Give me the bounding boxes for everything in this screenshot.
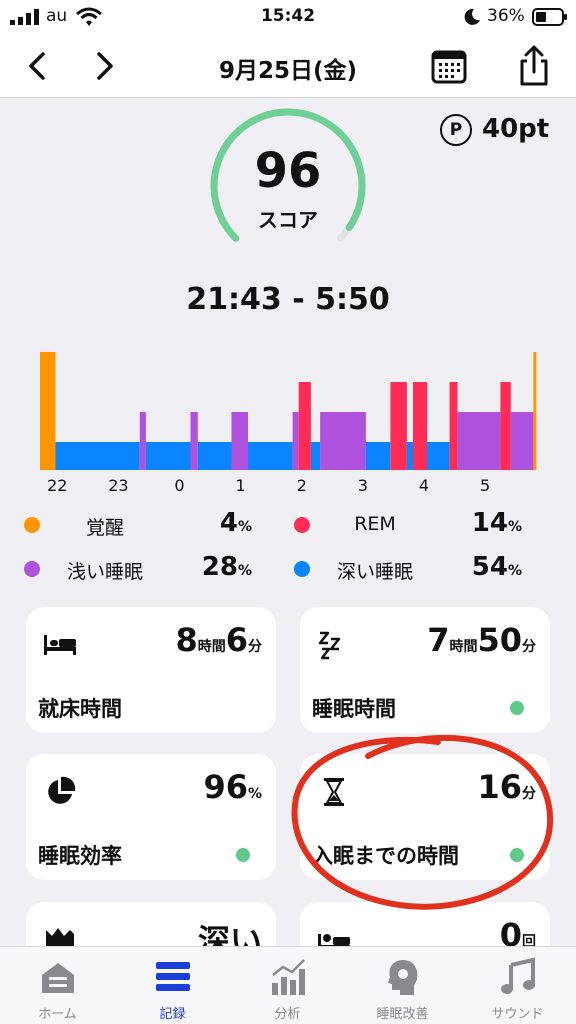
share-icon: [520, 45, 548, 86]
chart-bar: [390, 382, 407, 470]
tab-home[interactable]: ホーム: [0, 947, 115, 1024]
status-dot: [236, 848, 250, 862]
tab-sound[interactable]: サウンド: [460, 947, 575, 1024]
bed-icon: [44, 635, 76, 655]
chart-bar: [231, 412, 248, 470]
home-icon: [42, 963, 74, 993]
chart-bar: [457, 412, 501, 470]
x-tick-label: 1: [236, 476, 246, 494]
legend-deep: 深い睡眠 54%: [294, 552, 534, 586]
card-sleep-efficiency[interactable]: 96% 睡眠効率: [26, 754, 276, 880]
chart-bar: [320, 412, 366, 470]
chart-bar: [449, 382, 458, 470]
status-dot: [510, 848, 524, 862]
chart-bar: [500, 382, 511, 470]
sleep-efficiency-label: 睡眠効率: [38, 844, 122, 868]
legend-awake: 覚醒 4%: [24, 508, 264, 542]
tab-label: 記録: [159, 1007, 186, 1022]
legend-dot-rem: [294, 517, 310, 533]
sleep-time-value: 7時間50分: [427, 621, 536, 659]
x-tick-label: 2: [297, 476, 307, 494]
x-tick-label: 22: [47, 476, 67, 494]
legend-name: 浅い睡眠: [66, 561, 143, 583]
tab-label: 睡眠改善: [376, 1007, 429, 1022]
x-tick-label: 5: [480, 476, 490, 494]
legend-name: 深い睡眠: [336, 561, 413, 583]
chart-bar: [248, 442, 293, 470]
chart-bar: [310, 442, 321, 470]
x-tick-label: 4: [419, 476, 429, 494]
pie-icon: [48, 776, 76, 804]
analysis-icon: [272, 959, 305, 995]
record-icon: [156, 962, 190, 991]
chart-bar: [365, 442, 391, 470]
sleep-time-label: 睡眠時間: [312, 697, 396, 721]
x-tick-label: 23: [108, 476, 128, 494]
zzz-icon: [318, 631, 341, 660]
sleep-stage-chart: 22 23 0 1 2 3 4 5: [40, 352, 537, 494]
chart-bar: [427, 442, 450, 470]
card-sleep-time[interactable]: 7時間50分 睡眠時間: [300, 607, 550, 733]
chart-bar: [55, 442, 140, 470]
score-value: 96: [254, 143, 322, 199]
music-icon: [501, 957, 535, 994]
status-dot: [510, 701, 524, 715]
tab-label: ホーム: [38, 1007, 77, 1022]
tab-analysis[interactable]: 分析: [230, 947, 345, 1024]
x-tick-label: 3: [358, 476, 368, 494]
calendar-button[interactable]: [427, 44, 471, 88]
chart-bar: [533, 352, 537, 470]
legend-dot-deep: [294, 561, 310, 577]
card-bed-time[interactable]: 8時間6分 就床時間: [26, 607, 276, 733]
chart-bar: [190, 412, 198, 470]
sleep-latency-value: 16分: [477, 768, 536, 806]
score-label: スコア: [258, 208, 318, 232]
x-tick-label: 0: [174, 476, 184, 494]
date-header: 9月25日(金): [0, 34, 576, 98]
legend-value: 28%: [201, 552, 252, 582]
share-button[interactable]: [512, 44, 556, 88]
moon-icon: [464, 8, 480, 25]
bed-time-label: 就床時間: [38, 697, 122, 721]
legend-rem: REM 14%: [294, 508, 534, 542]
tab-label: 分析: [274, 1007, 301, 1022]
legend-value: 54%: [471, 552, 522, 582]
chart-bar: [40, 352, 56, 470]
chart-bar: [406, 442, 413, 470]
bed-time-value: 8時間6分: [175, 621, 262, 659]
hourglass-icon: [324, 778, 344, 806]
head-icon: [388, 960, 418, 995]
chart-bar: [145, 442, 191, 470]
sleep-efficiency-value: 96%: [203, 768, 262, 806]
legend-value: 14%: [471, 508, 522, 538]
chart-bar: [510, 412, 534, 470]
chart-bar: [139, 412, 146, 470]
chart-bar: [292, 412, 299, 470]
legend-value: 4%: [219, 508, 252, 538]
tab-sleep-improvement[interactable]: 睡眠改善: [345, 947, 460, 1024]
tab-record[interactable]: 記録: [115, 947, 230, 1024]
tab-bar: ホーム 記録 分析 睡眠改善 サウンド: [0, 946, 576, 1024]
legend-dot-light: [24, 561, 40, 577]
legend-name: REM: [354, 513, 396, 535]
legend-light: 浅い睡眠 28%: [24, 552, 264, 586]
battery-icon: [532, 8, 567, 26]
legend-name: 覚醒: [85, 517, 124, 539]
sleep-time-range: 21:43 - 5:50: [186, 282, 390, 317]
card-sleep-latency[interactable]: 16分 入眠までの時間: [300, 754, 550, 880]
legend-dot-awake: [24, 517, 40, 533]
chart-bar: [413, 382, 428, 470]
sleep-latency-label: 入眠までの時間: [312, 844, 459, 868]
battery-percent: 36%: [487, 6, 525, 26]
page-title: 9月25日(金): [218, 58, 358, 84]
points-value: 40pt: [482, 114, 550, 144]
tab-label: サウンド: [491, 1007, 544, 1022]
calendar-icon: [431, 50, 467, 84]
points-icon: P: [440, 114, 472, 146]
status-bar: au 15:42 36%: [0, 0, 576, 34]
chart-bar: [298, 382, 311, 470]
chart-bar: [197, 442, 232, 470]
